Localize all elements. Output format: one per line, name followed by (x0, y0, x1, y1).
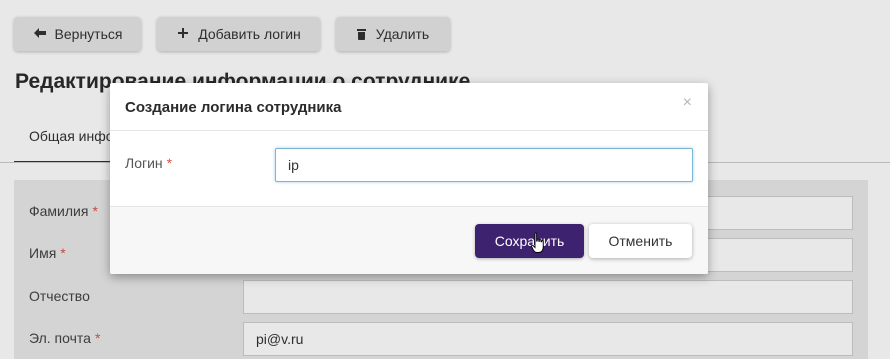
login-input[interactable] (275, 148, 693, 182)
modal-title: Создание логина сотрудника (125, 99, 342, 116)
cancel-button[interactable]: Отменить (589, 224, 692, 258)
modal-header: Создание логина сотрудника × (110, 83, 708, 131)
close-icon[interactable]: × (683, 94, 692, 112)
create-login-modal: Создание логина сотрудника × Логин* Сохр… (110, 83, 708, 274)
required-marker: * (166, 155, 173, 171)
modal-footer: Сохранить Отменить (110, 206, 708, 274)
login-label: Логин * (125, 155, 173, 171)
save-button[interactable]: Сохранить (475, 224, 584, 258)
